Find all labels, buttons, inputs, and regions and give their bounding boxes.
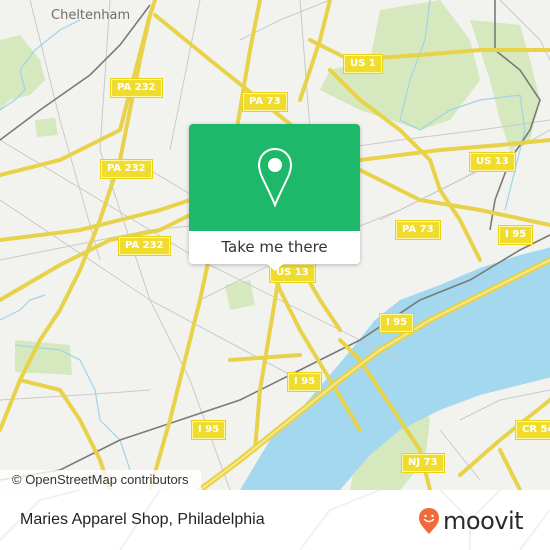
route-shield: PA 232	[118, 236, 171, 256]
location-pin-icon	[257, 147, 293, 208]
moovit-smile-pin-icon	[419, 508, 439, 534]
route-shield: US 13	[469, 152, 516, 172]
route-shield: US 1	[343, 54, 383, 74]
route-shield: I 95	[190, 420, 227, 440]
osm-attribution[interactable]: © OpenStreetMap contributors	[0, 470, 201, 490]
map-view[interactable]: Cheltenham PA 232 PA 232 PA 232 PA 73 US…	[0, 0, 550, 490]
park-area	[225, 280, 255, 310]
route-shield: PA 73	[242, 92, 288, 112]
route-shield: CR 54	[514, 420, 550, 440]
place-label-cheltenham: Cheltenham	[51, 8, 131, 23]
take-me-there-button[interactable]: Take me there	[189, 231, 360, 264]
take-me-there-popup[interactable]: Take me there	[189, 124, 360, 271]
route-shield: NJ 73	[401, 453, 445, 473]
place-name: Maries Apparel Shop, Philadelphia	[20, 511, 265, 528]
route-shield: I 95	[286, 372, 323, 392]
route-shield: PA 232	[110, 78, 163, 98]
popup-header[interactable]	[189, 124, 360, 231]
moovit-logo[interactable]: moovit	[418, 506, 524, 536]
park-area	[35, 118, 58, 137]
moovit-wordmark: moovit	[443, 507, 524, 535]
route-shield: I 95	[497, 225, 534, 245]
route-shield: PA 73	[395, 220, 441, 240]
park-area	[0, 35, 45, 110]
popup-pointer	[267, 264, 283, 271]
route-shield: I 95	[378, 313, 415, 333]
route-shield: PA 232	[100, 159, 153, 179]
